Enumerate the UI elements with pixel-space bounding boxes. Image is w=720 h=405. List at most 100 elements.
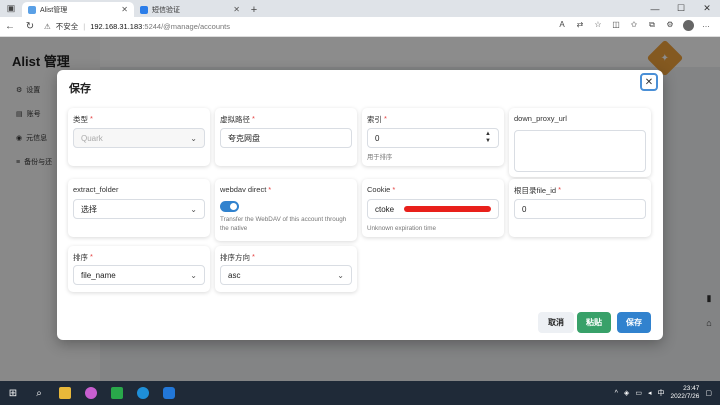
extensions-icon[interactable]: ⚙ bbox=[662, 20, 678, 33]
order-by-select[interactable]: file_name ⌄ bbox=[73, 265, 205, 285]
index-hint: 用于排序 bbox=[367, 154, 393, 161]
warning-icon: ⚠ bbox=[44, 22, 51, 31]
system-tray: ^ ◈ ▭ ◂ 中 23:47 2022/7/26 ▢ bbox=[615, 385, 720, 401]
back-icon[interactable]: ← bbox=[0, 21, 20, 32]
app-drop-icon[interactable] bbox=[78, 381, 104, 405]
cookie-card: Cookie * ctoke Unknown expiration time bbox=[362, 179, 504, 237]
clock[interactable]: 23:47 2022/7/26 bbox=[670, 385, 699, 401]
tab-sms[interactable]: 短信验证 ✕ bbox=[134, 2, 246, 17]
webdav-direct-hint: Transfer the WebDAV of this account thro… bbox=[220, 216, 347, 232]
virtual-path-card: 虚拟路径 * 夸克网盘 bbox=[215, 108, 357, 166]
close-tab-icon[interactable]: ✕ bbox=[233, 5, 240, 14]
file-explorer-icon[interactable] bbox=[52, 381, 78, 405]
root-folder-card: 根目录file_id * 0 bbox=[509, 179, 651, 237]
minimize-icon[interactable]: — bbox=[642, 0, 668, 17]
new-tab-icon[interactable]: + bbox=[246, 2, 262, 17]
index-value: 0 bbox=[375, 133, 380, 143]
security-label: 不安全 bbox=[55, 22, 79, 31]
down-proxy-label: down_proxy_url bbox=[514, 114, 567, 123]
extract-folder-card: extract_folder 选择 ⌄ bbox=[68, 179, 210, 237]
collections-icon[interactable]: ⧉ bbox=[644, 20, 660, 33]
order-by-label: 排序 * bbox=[73, 252, 93, 262]
down-proxy-card: down_proxy_url bbox=[509, 108, 651, 177]
order-direction-label: 排序方向 * bbox=[220, 252, 255, 262]
redaction-mark bbox=[404, 206, 491, 212]
window-controls: — ☐ ✕ bbox=[642, 0, 720, 17]
extract-folder-value: 选择 bbox=[81, 204, 97, 214]
save-account-modal: 保存 ✕ 类型 * Quark ⌄ 虚拟路径 * 夸克网盘 索引 * 0 ▲ ▼ 用于排… bbox=[57, 70, 663, 340]
clock-time: 23:47 bbox=[683, 385, 700, 392]
network-icon[interactable]: ▭ bbox=[635, 389, 642, 397]
order-direction-value: asc bbox=[228, 270, 241, 280]
type-value: Quark bbox=[81, 133, 103, 143]
sms-favicon bbox=[140, 5, 148, 14]
tab-alist[interactable]: Alist管理 ✕ bbox=[22, 2, 134, 17]
type-select[interactable]: Quark ⌄ bbox=[73, 128, 205, 148]
favorites-icon[interactable]: ✩ bbox=[626, 20, 642, 33]
order-direction-select[interactable]: asc ⌄ bbox=[220, 265, 352, 285]
root-folder-value: 0 bbox=[522, 204, 527, 214]
chevron-up-icon[interactable]: ^ bbox=[615, 390, 618, 397]
virtual-path-value: 夸克网盘 bbox=[228, 133, 260, 143]
order-by-value: file_name bbox=[81, 270, 116, 280]
maximize-icon[interactable]: ☐ bbox=[668, 0, 694, 17]
type-label: 类型 * bbox=[73, 114, 93, 124]
close-icon[interactable]: ✕ bbox=[640, 73, 658, 91]
cookie-input[interactable]: ctoke bbox=[367, 199, 499, 219]
search-icon[interactable]: ⌕ bbox=[26, 381, 52, 405]
app-green-icon[interactable] bbox=[104, 381, 130, 405]
star-icon[interactable]: ☆ bbox=[590, 20, 606, 33]
index-input[interactable]: 0 ▲ ▼ bbox=[367, 128, 499, 148]
index-label: 索引 * bbox=[367, 114, 387, 124]
translate-icon[interactable]: ⇄ bbox=[572, 20, 588, 33]
split-screen-icon[interactable]: ◫ bbox=[608, 20, 624, 33]
extract-folder-label: extract_folder bbox=[73, 185, 119, 194]
tab-title: Alist管理 bbox=[40, 6, 68, 14]
cancel-button[interactable]: 取消 bbox=[538, 312, 574, 333]
paste-button[interactable]: 粘贴 bbox=[577, 312, 611, 333]
chevron-down-icon: ⌄ bbox=[337, 270, 344, 280]
cookie-hint: Unknown expiration time bbox=[367, 225, 436, 232]
shield-icon[interactable]: ◈ bbox=[624, 389, 629, 397]
url-field[interactable]: ⚠ 不安全 | 192.168.31.183:5244/@manage/acco… bbox=[44, 21, 230, 32]
alist-favicon bbox=[28, 5, 36, 14]
cookie-value: ctoke bbox=[375, 204, 395, 214]
order-direction-card: 排序方向 * asc ⌄ bbox=[215, 246, 357, 292]
extract-folder-select[interactable]: 选择 ⌄ bbox=[73, 199, 205, 219]
windows-taskbar: ⊞ ⌕ ^ ◈ ▭ ◂ 中 23:47 2022/7/26 ▢ bbox=[0, 381, 720, 405]
notification-icon[interactable]: ▢ bbox=[705, 389, 712, 397]
close-tab-icon[interactable]: ✕ bbox=[121, 5, 128, 14]
app-blue-icon[interactable] bbox=[156, 381, 182, 405]
index-card: 索引 * 0 ▲ ▼ 用于排序 bbox=[362, 108, 504, 166]
stepper-icon[interactable]: ▲ ▼ bbox=[485, 131, 491, 145]
tab-actions-icon[interactable]: ▣ bbox=[0, 0, 22, 17]
volume-icon[interactable]: ◂ bbox=[648, 389, 652, 397]
refresh-icon[interactable]: ↻ bbox=[20, 21, 40, 32]
edge-browser-icon[interactable] bbox=[130, 381, 156, 405]
webdav-direct-card: webdav direct * Transfer the WebDAV of th… bbox=[215, 179, 357, 241]
avatar[interactable] bbox=[680, 20, 696, 33]
url-path: :5244/@manage/accounts bbox=[142, 22, 230, 31]
webdav-direct-toggle[interactable] bbox=[220, 201, 239, 212]
close-window-icon[interactable]: ✕ bbox=[694, 0, 720, 17]
type-card: 类型 * Quark ⌄ bbox=[68, 108, 210, 166]
down-proxy-textarea[interactable] bbox=[514, 130, 646, 172]
root-folder-input[interactable]: 0 bbox=[514, 199, 646, 219]
ime-icon[interactable]: 中 bbox=[657, 388, 664, 398]
tab-title: 短信验证 bbox=[152, 6, 180, 14]
save-button[interactable]: 保存 bbox=[617, 312, 651, 333]
order-by-card: 排序 * file_name ⌄ bbox=[68, 246, 210, 292]
browser-tab-bar: ▣ Alist管理 ✕ 短信验证 ✕ + — ☐ ✕ bbox=[0, 0, 720, 17]
browser-toolbar: A ⇄ ☆ ◫ ✩ ⧉ ⚙ … bbox=[554, 20, 720, 33]
start-icon[interactable]: ⊞ bbox=[0, 381, 26, 405]
more-icon[interactable]: … bbox=[698, 20, 714, 33]
root-folder-label: 根目录file_id * bbox=[514, 185, 562, 195]
modal-title: 保存 bbox=[69, 83, 91, 95]
webdav-direct-label: webdav direct * bbox=[220, 185, 272, 194]
chevron-down-icon: ⌄ bbox=[190, 204, 197, 214]
cookie-label: Cookie * bbox=[367, 185, 396, 194]
read-aloud-icon[interactable]: A bbox=[554, 20, 570, 33]
url-divider: | bbox=[83, 22, 86, 31]
virtual-path-input[interactable]: 夸克网盘 bbox=[220, 128, 352, 148]
chevron-down-icon: ⌄ bbox=[190, 270, 197, 280]
